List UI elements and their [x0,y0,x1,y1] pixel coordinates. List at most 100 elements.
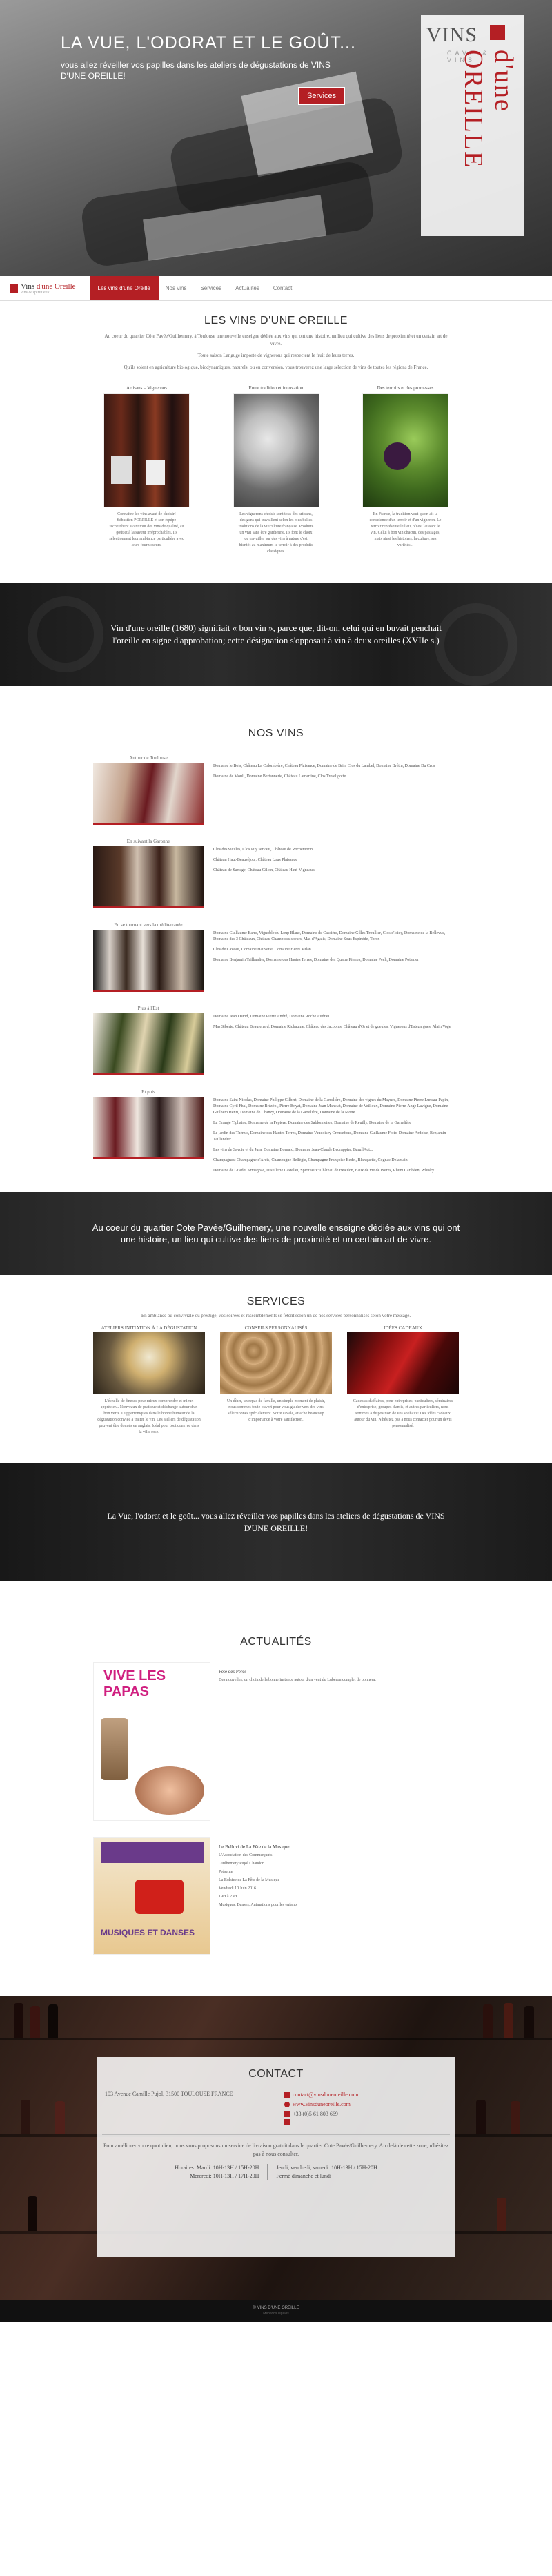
nav-item-actualites[interactable]: Actualités [228,277,266,299]
bottle-decor [483,2004,493,2038]
wine-shelf-image [103,393,190,507]
email-icon [284,2092,290,2098]
nav-item-services[interactable]: Services [193,277,228,299]
contact-box: CONTACT 103 Avenue Camille Pujol, 31500 … [97,2057,455,2257]
nav-item-nos-vins[interactable]: Nos vins [159,277,194,299]
news-text: Vendredi 10 Juin 2016 [219,1886,257,1891]
region-label: Autour de Toulouse [129,755,168,761]
region-image [93,763,204,825]
actualites-section: ACTUALITÉS VIVE LES PAPAS Fête des Pères… [0,1581,552,1955]
service-text: L'échelle de finesse pour mieux comprend… [97,1399,201,1434]
region-text: Les vins de Savoie et du Jura, Domaine B… [213,1148,373,1152]
region-image [93,1013,204,1075]
contact-email-row: contact@vinsduneoreille.com [284,2090,359,2100]
hero-title: LA VUE, L'ODORAT ET LE GOÛT... [61,33,356,52]
region-label: En se tournant vers la méditerranée [114,922,183,928]
region-text: Mas Sibérie, Château Beaurenard, Domaine… [213,1025,451,1029]
quote-text-1: Vin d'une oreille (1680) signifiait « bo… [110,623,442,645]
services-button[interactable]: Services [298,87,346,105]
decor-circle [28,596,103,672]
region-text: La Grange Tiphaine, Domaine de la Pepièr… [213,1121,411,1125]
contact-email-link[interactable]: contact@vinsduneoreille.com [293,2090,359,2100]
service-title: IDÉES CADEAUX [384,1325,422,1331]
intro-paragraph-1: Au coeur du quartier Côte Pavée/Guilheme… [104,333,448,347]
region-text: Domaine Guillaume Barre, Vignoble du Lou… [213,931,446,941]
quote-band-1: Vin d'une oreille (1680) signifiait « bo… [0,583,552,686]
news-poster-fete-musique[interactable]: MUSIQUES ET DANSES [93,1837,210,1955]
hero-banner: LA VUE, L'ODORAT ET LE GOÛT... vous alle… [0,0,552,276]
nav-logo-mark-icon [10,284,18,293]
wine-glasses-image [233,393,319,507]
vin-region-row: En suivant la Garonne Clos des vicilles,… [0,839,552,908]
bottle-decor [476,2100,486,2134]
region-text: Domaine de Guadet Armagnac, Distillerie … [213,1169,437,1173]
bottle-decor [30,2006,40,2038]
bottle-decor [504,2003,513,2038]
services-title: SERVICES [246,1296,306,1307]
bottle-decor [511,2101,520,2134]
facebook-icon[interactable] [284,2119,290,2125]
hours-line: Jeudi, vendredi, samedi: 10H-13H / 15H-2… [276,2165,377,2171]
intro-column: Des terroirs et des promesses En France,… [362,385,448,555]
intro-column: Entre tradition et innovation Les vigner… [233,385,319,555]
nav-item-contact[interactable]: Contact [266,277,299,299]
contact-hours: Horaires: Mardi: 10H-13H / 15H-20H Mercr… [102,2164,450,2180]
news-item: MUSIQUES ET DANSES Le Bellovi de La Fête… [0,1837,552,1955]
region-text: Domaine Jean David, Domaine Pierre André… [213,1015,330,1019]
column-text: Les vignerons choisis sont tous des arti… [238,512,314,554]
region-text: Château Haut-Beauséjour, Château Lous Pl… [213,858,297,862]
quote-text-3: La Vue, l'odorat et le goût... vous alle… [107,1511,445,1533]
region-image [93,930,204,992]
contact-phone: +33 (0)5 61 803 669 [293,2111,338,2117]
region-text: Le jardin des Thémis, Domaine des Hautes… [213,1131,446,1142]
region-text: Château de Sarrage, Château Gillon, Chât… [213,868,315,872]
actualites-title: ACTUALITÉS [240,1636,312,1648]
contact-title: CONTACT [248,2068,304,2080]
poster-date-badge [135,1880,184,1914]
hours-line: Mercredi: 10H-13H / 17H-20H [190,2173,259,2179]
contact-web-row: www.vinsduneoreille.com [284,2100,359,2109]
bottle-decor [14,2003,23,2038]
nav-logo-text-2: d'une Oreille [36,282,76,291]
contact-divider [102,2134,450,2135]
region-text: Champagnes: Champagne d'Arcis, Champagne… [213,1158,408,1162]
news-text: 19H à 23H [219,1895,237,1899]
bottle-decor [524,2006,534,2038]
footer-copyright: © VINS D'UNE OREILLE [253,2306,299,2310]
decor-circle [435,603,518,686]
footer-legal-link[interactable]: Mentions légales [263,2312,289,2316]
services-intro: En ambiance ou conviviale ou prestige, v… [141,1313,411,1318]
news-title: Fête des Pères [219,1669,247,1675]
news-text: Musiques, Danses, Animations pour les en… [219,1903,297,1907]
news-text: Guilhemery Pujol Chaudon [219,1862,264,1866]
intro-column: Artisans – Vignerons Connaitre les vins … [103,385,190,555]
region-text: Clos de Caveau, Domaine Hauvette, Domain… [213,948,311,952]
service-item: CONSEILS PERSONNALISÉS Un dîner, un repa… [220,1325,332,1436]
shelf-decor [0,2038,552,2040]
nos-vins-section: NOS VINS Autour de Toulouse Domaine le B… [0,686,552,1178]
region-text: Domaine de Mouli, Domaine Bertannerie, C… [213,774,346,779]
news-text: Présente [219,1870,233,1874]
column-title: Artisans – Vignerons [126,385,167,391]
bottle-decor [48,2004,58,2038]
poster-people-image [135,1766,204,1815]
poster-title: MUSIQUES ET DANSES [101,1928,195,1938]
news-poster-fete-peres[interactable]: VIVE LES PAPAS [93,1662,210,1821]
contact-web-link[interactable]: www.vinsduneoreille.com [293,2100,351,2109]
nav-logo[interactable]: Vins d'une Oreille vins & spiritueux [10,282,76,295]
region-image [93,846,204,908]
nav-logo-text-1: Vins [21,282,35,291]
contact-address: 103 Avenue Camille Pujol, 31500 TOULOUSE… [105,2091,233,2097]
nav-item-vins-oreille[interactable]: Les vins d'une Oreille [89,276,159,300]
service-image-corks [220,1332,332,1394]
bottle-decor [21,2100,30,2134]
intro-paragraph-2: Toute saison Languge importe de vigneron… [197,353,355,358]
column-text: Connaitre les vins avant de choisir! Séb… [109,512,184,547]
footer: © VINS D'UNE OREILLE Mentions légales [0,2300,552,2322]
poster-title: VIVE LES PAPAS [103,1668,166,1699]
news-title: Le Bellovi de La Fête de la Musique [219,1844,290,1850]
column-title: Des terroirs et des promesses [377,385,434,391]
region-text: Domaine Saint Nicolas, Domaine Philippe … [213,1098,449,1115]
quote-band-3: La Vue, l'odorat et le goût... vous alle… [0,1463,552,1581]
contact-social-row [284,2119,359,2125]
